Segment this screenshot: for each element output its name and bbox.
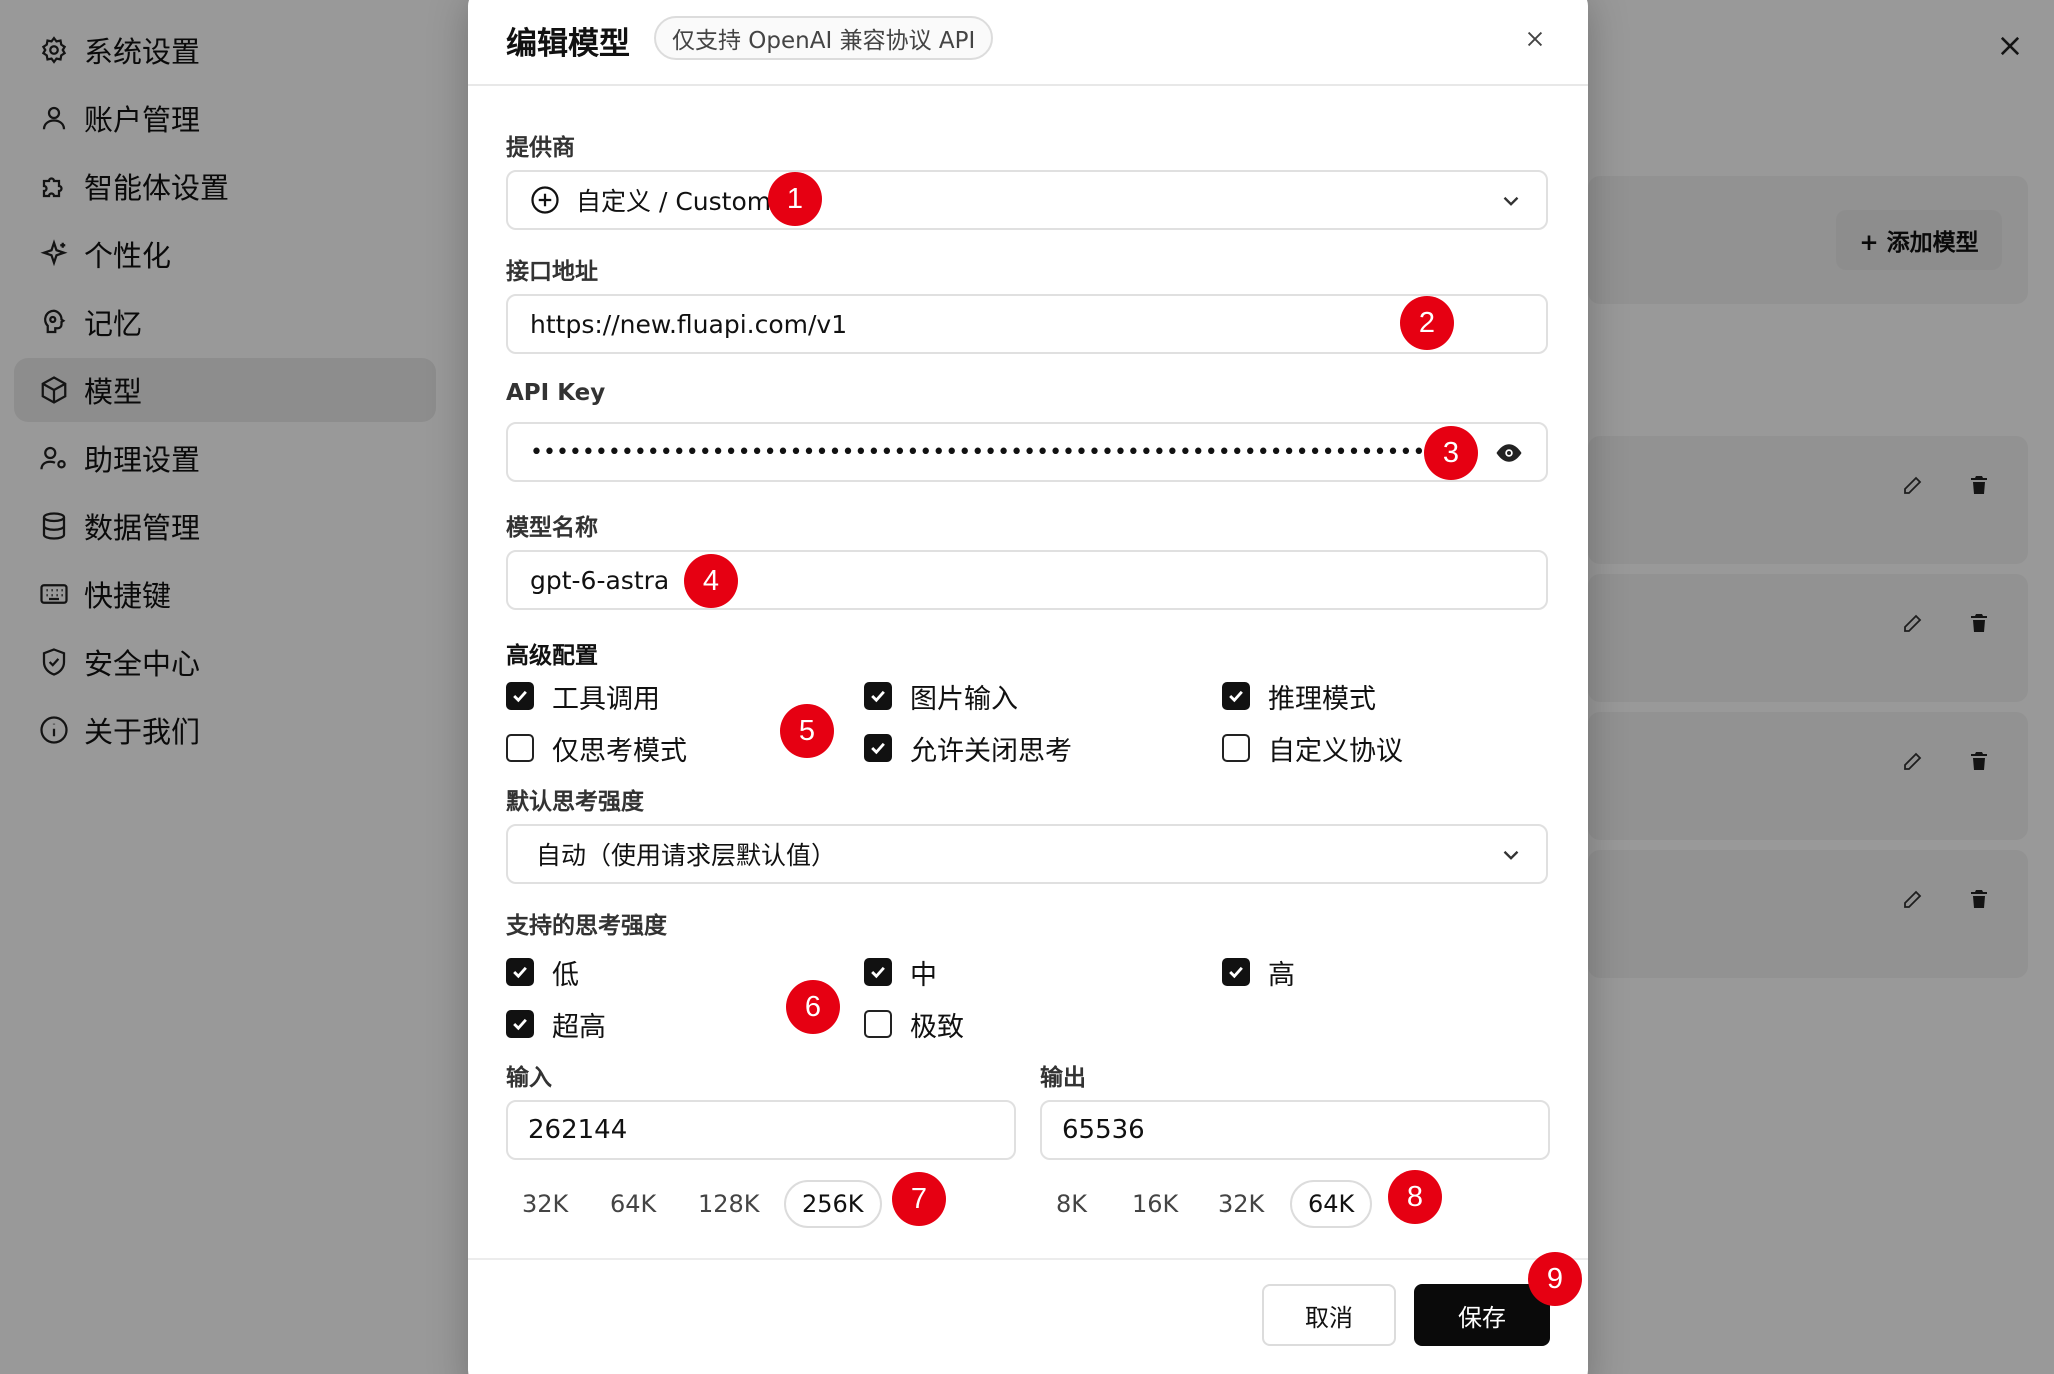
- checkbox-checked-icon: [1222, 958, 1250, 986]
- checkbox-unchecked-icon: [864, 1010, 892, 1038]
- checkbox-label: 图片输入: [910, 683, 1018, 715]
- chevron-down-icon: [1503, 850, 1519, 860]
- output-tokens-field[interactable]: 65536: [1040, 1100, 1550, 1160]
- provider-label: 提供商: [506, 135, 575, 161]
- annotation-marker-9: 9: [1528, 1252, 1582, 1306]
- input-chip-256k[interactable]: 256K: [784, 1180, 882, 1228]
- protocol-badge: 仅支持 OpenAI 兼容协议 API: [654, 16, 994, 60]
- effort-row-2: 超高 极致: [506, 1004, 1548, 1044]
- annotation-marker-6: 6: [786, 980, 840, 1034]
- model-name-value: gpt-6-astra: [530, 565, 670, 595]
- default-effort-select[interactable]: 自动（使用请求层默认值）: [506, 824, 1548, 884]
- output-chip-64k[interactable]: 64K: [1290, 1180, 1373, 1228]
- checkbox-reasoning-mode[interactable]: 推理模式: [1222, 676, 1376, 716]
- checkbox-unchecked-icon: [1222, 734, 1250, 762]
- advanced-row-2: 仅思考模式 允许关闭思考 自定义协议: [506, 728, 1548, 768]
- apikey-input[interactable]: ••••••••••••••••••••••••••••••••••••••••…: [506, 422, 1548, 482]
- checkbox-thinking-only[interactable]: 仅思考模式: [506, 728, 687, 768]
- apikey-value: ••••••••••••••••••••••••••••••••••••••••…: [530, 439, 1430, 465]
- checkbox-effort-xhigh[interactable]: 超高: [506, 1004, 606, 1044]
- checkbox-label: 低: [552, 959, 579, 991]
- checkbox-unchecked-icon: [506, 734, 534, 762]
- endpoint-input[interactable]: https://new.fluapi.com/v1: [506, 294, 1548, 354]
- checkbox-checked-icon: [864, 734, 892, 762]
- checkbox-checked-icon: [506, 682, 534, 710]
- checkbox-label: 工具调用: [552, 683, 660, 715]
- checkbox-image-input[interactable]: 图片输入: [864, 676, 1018, 716]
- checkbox-label: 极致: [910, 1011, 964, 1043]
- checkbox-checked-icon: [864, 682, 892, 710]
- edit-model-dialog: 编辑模型 仅支持 OpenAI 兼容协议 API 提供商 自定义 / Custo…: [468, 0, 1588, 1374]
- provider-value: 自定义 / Custom: [576, 187, 772, 216]
- checkbox-label: 高: [1268, 959, 1295, 991]
- checkbox-label: 自定义协议: [1268, 735, 1403, 767]
- model-name-input[interactable]: gpt-6-astra: [506, 550, 1548, 610]
- output-chip-8k[interactable]: 8K: [1040, 1180, 1103, 1228]
- annotation-marker-3: 3: [1424, 426, 1478, 480]
- checkbox-checked-icon: [506, 1010, 534, 1038]
- annotation-marker-8: 8: [1388, 1170, 1442, 1224]
- model-name-label: 模型名称: [506, 515, 598, 541]
- checkbox-custom-protocol[interactable]: 自定义协议: [1222, 728, 1403, 768]
- checkbox-label: 仅思考模式: [552, 735, 687, 767]
- checkbox-checked-icon: [506, 958, 534, 986]
- dialog-title: 编辑模型: [506, 26, 630, 62]
- output-chip-16k[interactable]: 16K: [1116, 1180, 1194, 1228]
- close-icon[interactable]: [1518, 22, 1552, 56]
- eye-icon[interactable]: [1494, 440, 1524, 466]
- checkbox-effort-low[interactable]: 低: [506, 952, 579, 992]
- output-chip-32k[interactable]: 32K: [1202, 1180, 1280, 1228]
- cancel-button[interactable]: 取消: [1262, 1284, 1396, 1346]
- supported-effort-label: 支持的思考强度: [506, 913, 667, 939]
- apikey-label: API Key: [506, 380, 606, 406]
- checkbox-effort-high[interactable]: 高: [1222, 952, 1295, 992]
- default-effort-value: 自动（使用请求层默认值）: [536, 841, 837, 870]
- default-effort-label: 默认思考强度: [506, 789, 644, 815]
- checkbox-checked-icon: [864, 958, 892, 986]
- output-tokens-label: 输出: [1040, 1065, 1086, 1091]
- annotation-marker-2: 2: [1400, 296, 1454, 350]
- input-chip-64k[interactable]: 64K: [594, 1180, 672, 1228]
- effort-row-1: 低 中 高: [506, 952, 1548, 992]
- checkbox-label: 允许关闭思考: [910, 735, 1072, 767]
- footer-divider: [468, 1258, 1588, 1260]
- save-button[interactable]: 保存: [1414, 1284, 1550, 1346]
- annotation-marker-1: 1: [768, 172, 822, 226]
- input-tokens-label: 输入: [506, 1065, 552, 1091]
- input-tokens-field[interactable]: 262144: [506, 1100, 1016, 1160]
- advanced-label: 高级配置: [506, 643, 598, 669]
- provider-select[interactable]: 自定义 / Custom: [506, 170, 1548, 230]
- checkbox-label: 推理模式: [1268, 683, 1376, 715]
- checkbox-effort-medium[interactable]: 中: [864, 952, 937, 992]
- input-tokens-value: 262144: [528, 1115, 628, 1145]
- checkbox-allow-disable-thinking[interactable]: 允许关闭思考: [864, 728, 1072, 768]
- output-tokens-value: 65536: [1062, 1115, 1145, 1145]
- input-chip-128k[interactable]: 128K: [682, 1180, 776, 1228]
- checkbox-label: 中: [910, 959, 937, 991]
- dialog-header: 编辑模型 仅支持 OpenAI 兼容协议 API: [468, 0, 1588, 86]
- input-chip-32k[interactable]: 32K: [506, 1180, 584, 1228]
- checkbox-tool-calling[interactable]: 工具调用: [506, 676, 660, 716]
- chevron-down-icon: [1503, 196, 1519, 206]
- endpoint-value: https://new.fluapi.com/v1: [530, 309, 848, 339]
- annotation-marker-5: 5: [780, 704, 834, 758]
- endpoint-label: 接口地址: [506, 259, 598, 285]
- checkbox-effort-max[interactable]: 极致: [864, 1004, 964, 1044]
- checkbox-label: 超高: [552, 1011, 606, 1043]
- annotation-marker-7: 7: [892, 1172, 946, 1226]
- advanced-row-1: 工具调用 图片输入 推理模式: [506, 676, 1548, 716]
- annotation-marker-4: 4: [684, 554, 738, 608]
- plus-circle-icon: [531, 186, 559, 214]
- checkbox-checked-icon: [1222, 682, 1250, 710]
